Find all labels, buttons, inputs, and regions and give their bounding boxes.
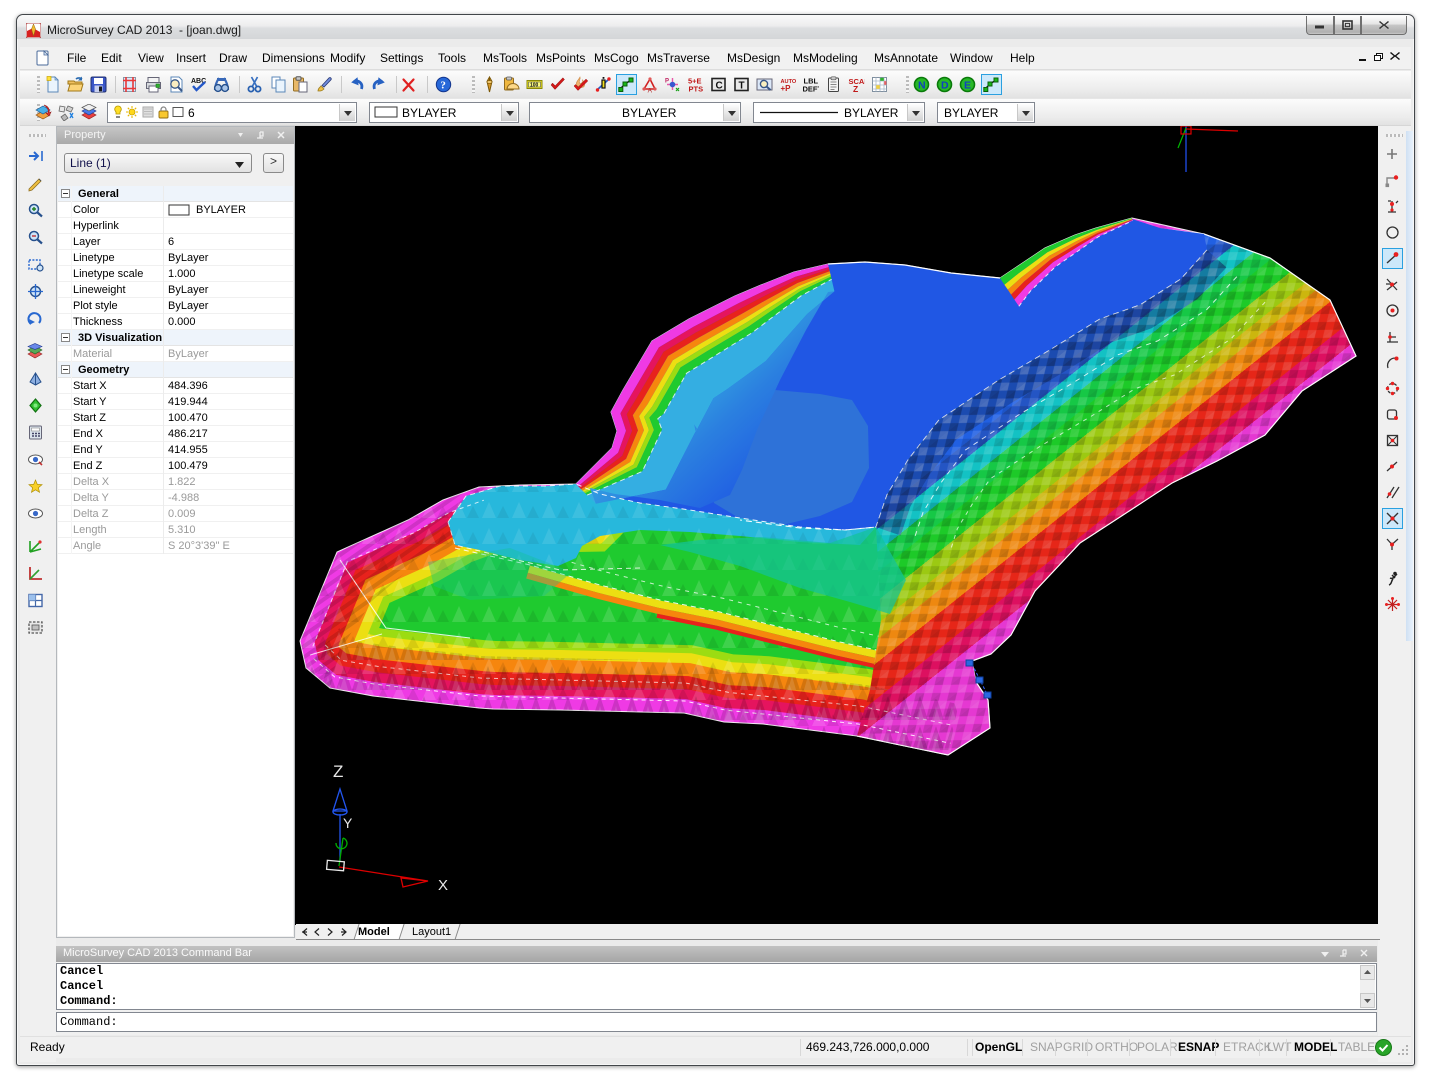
svg-text:Z: Z [333, 762, 343, 781]
svg-text:T: T [739, 80, 745, 91]
svg-text:?: ? [440, 79, 446, 91]
svg-text:P: P [665, 79, 669, 85]
svg-text:Z: Z [853, 84, 858, 93]
svg-text:C: C [716, 80, 723, 91]
svg-text:E: E [964, 80, 971, 92]
svg-text:Y: Y [343, 815, 353, 831]
svg-text:X: X [438, 877, 448, 894]
svg-text:D: D [941, 80, 949, 92]
svg-text:+P: +P [781, 84, 792, 93]
svg-text:A: A [648, 88, 653, 93]
svg-text:100: 100 [530, 83, 539, 89]
svg-text:PTS: PTS [689, 85, 704, 93]
svg-text:DEFT: DEFT [803, 85, 820, 93]
svg-text:N: N [918, 80, 926, 92]
